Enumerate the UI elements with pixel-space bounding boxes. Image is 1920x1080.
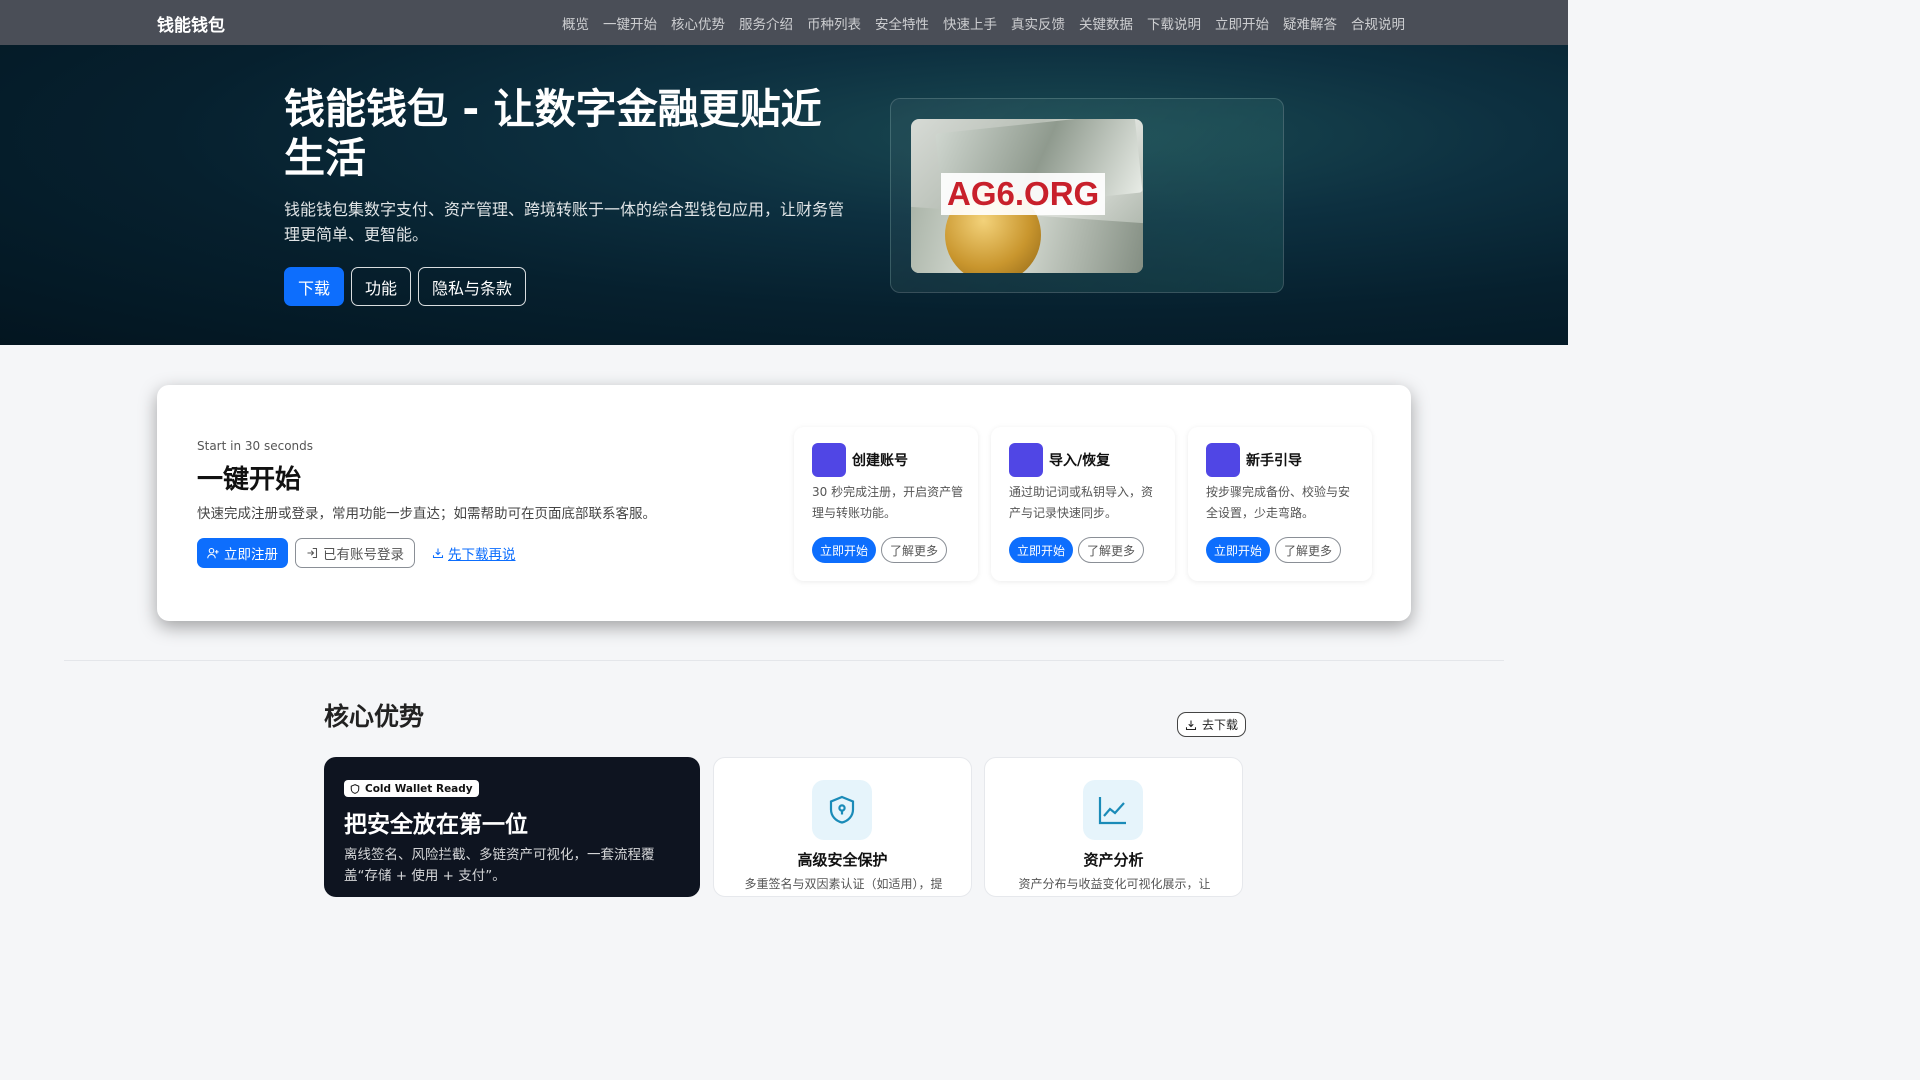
hero-section: 钱能钱包 - 让数字金融更贴近生活 钱能钱包集数字支付、资产管理、跨境转账于一体… (0, 45, 1568, 345)
step-description: 通过助记词或私钥导入，资产与记录快速同步。 (1009, 485, 1154, 520)
hero-title: 钱能钱包 - 让数字金融更贴近生活 (284, 85, 822, 182)
step-actions: 立即开始 了解更多 (1009, 537, 1145, 563)
feature-description: 多重签名与双因素认证（如适用），提 (744, 877, 943, 891)
nav-links: 概览 一键开始 核心优势 服务介绍 币种列表 安全特性 快速上手 真实反馈 关键… (562, 0, 1405, 45)
quickstart-title: 一键开始 (197, 465, 302, 495)
step-icon (1206, 443, 1240, 477)
line-chart-icon (1083, 780, 1143, 840)
step-title: 创建账号 (852, 453, 908, 469)
step-icon (812, 443, 846, 477)
download-first-link[interactable]: 先下载再说 (432, 543, 516, 563)
download-button[interactable]: 下载 (284, 267, 345, 306)
hero-actions: 下载 功能 隐私与条款 (284, 267, 527, 306)
feature-description: 资产分布与收益变化可视化展示，让 (1018, 877, 1211, 891)
feature-card-asset-analysis: 资产分析 资产分布与收益变化可视化展示，让 (984, 757, 1243, 897)
top-navbar: 钱能钱包 概览 一键开始 核心优势 服务介绍 币种列表 安全特性 快速上手 真实… (0, 0, 1568, 45)
step-start-button[interactable]: 立即开始 (1009, 537, 1074, 563)
quickstart-panel: Start in 30 seconds 一键开始 快速完成注册或登录，常用功能一… (157, 385, 1411, 621)
step-start-button[interactable]: 立即开始 (812, 537, 877, 563)
step-learn-more-button[interactable]: 了解更多 (1078, 537, 1145, 563)
highlight-title: 把安全放在第一位 (344, 812, 528, 838)
nav-link-security[interactable]: 安全特性 (875, 13, 929, 33)
nav-link-download[interactable]: 下载说明 (1147, 13, 1201, 33)
step-start-button[interactable]: 立即开始 (1206, 537, 1271, 563)
hero-image-card: AG6.ORG (890, 98, 1284, 293)
feature-card-security: 高级安全保护 多重签名与双因素认证（如适用），提 (713, 757, 972, 897)
download-first-label: 先下载再说 (448, 547, 516, 563)
step-description: 30 秒完成注册，开启资产管理与转账功能。 (812, 485, 964, 520)
download-icon (432, 548, 444, 559)
step-title: 新手引导 (1246, 453, 1302, 469)
nav-link-reviews[interactable]: 真实反馈 (1011, 13, 1065, 33)
step-card-beginner-guide: 新手引导 按步骤完成备份、校验与安全设置，少走弯路。 立即开始 了解更多 (1188, 427, 1372, 581)
core-section-title: 核心优势 (324, 702, 425, 731)
register-label: 立即注册 (224, 547, 278, 563)
nav-link-overview[interactable]: 概览 (562, 13, 589, 33)
feature-title: 高级安全保护 (797, 851, 888, 869)
nav-link-core[interactable]: 核心优势 (671, 13, 725, 33)
shield-lock-icon (812, 780, 872, 840)
privacy-terms-button[interactable]: 隐私与条款 (418, 267, 527, 306)
quickstart-description: 快速完成注册或登录，常用功能一步直达；如需帮助可在页面底部联系客服。 (197, 506, 656, 522)
highlight-description: 离线签名、风险拦截、多链资产可视化，一套流程覆盖“存储 + 使用 + 支付”。 (344, 847, 655, 884)
badge-label: Cold Wallet Ready (365, 782, 473, 795)
nav-link-services[interactable]: 服务介绍 (739, 13, 793, 33)
step-card-import-restore: 导入/恢复 通过助记词或私钥导入，资产与记录快速同步。 立即开始 了解更多 (991, 427, 1175, 581)
login-icon (307, 547, 318, 559)
core-download-button[interactable]: 去下载 (1177, 712, 1247, 737)
download-icon (1185, 720, 1197, 730)
step-icon (1009, 443, 1043, 477)
quickstart-actions: 立即注册 已有账号登录 先下载再说 (197, 538, 516, 568)
nav-link-quickstart[interactable]: 一键开始 (603, 13, 657, 33)
hero-subtitle: 钱能钱包集数字支付、资产管理、跨境转账于一体的综合型钱包应用，让财务管理更简单、… (284, 200, 845, 244)
step-actions: 立即开始 了解更多 (812, 537, 948, 563)
register-button[interactable]: 立即注册 (197, 538, 288, 568)
step-actions: 立即开始 了解更多 (1206, 537, 1342, 563)
step-card-create-account: 创建账号 30 秒完成注册，开启资产管理与转账功能。 立即开始 了解更多 (794, 427, 978, 581)
nav-link-getting-started[interactable]: 快速上手 (943, 13, 997, 33)
brand-logo[interactable]: 钱能钱包 (157, 11, 225, 36)
step-learn-more-button[interactable]: 了解更多 (1275, 537, 1342, 563)
section-divider (64, 660, 1504, 661)
feature-title: 资产分析 (1083, 851, 1144, 869)
login-button[interactable]: 已有账号登录 (295, 538, 415, 568)
nav-link-start-now[interactable]: 立即开始 (1215, 13, 1269, 33)
security-highlight-card: Cold Wallet Ready 把安全放在第一位 离线签名、风险拦截、多链资… (324, 757, 700, 897)
cold-wallet-badge: Cold Wallet Ready (344, 780, 479, 797)
nav-link-faq[interactable]: 疑难解答 (1283, 13, 1337, 33)
shield-icon (350, 783, 360, 794)
core-download-label: 去下载 (1202, 718, 1239, 732)
step-description: 按步骤完成备份、校验与安全设置，少走弯路。 (1206, 485, 1351, 520)
quickstart-eyebrow: Start in 30 seconds (197, 439, 314, 453)
nav-link-stats[interactable]: 关键数据 (1079, 13, 1133, 33)
hero-image: AG6.ORG (911, 119, 1143, 273)
nav-link-compliance[interactable]: 合规说明 (1351, 13, 1405, 33)
login-label: 已有账号登录 (323, 547, 404, 563)
nav-link-coins[interactable]: 币种列表 (807, 13, 861, 33)
add-user-icon (207, 547, 219, 559)
step-learn-more-button[interactable]: 了解更多 (881, 537, 948, 563)
step-title: 导入/恢复 (1049, 453, 1111, 469)
image-watermark-text: AG6.ORG (941, 173, 1106, 215)
features-button[interactable]: 功能 (351, 267, 412, 306)
